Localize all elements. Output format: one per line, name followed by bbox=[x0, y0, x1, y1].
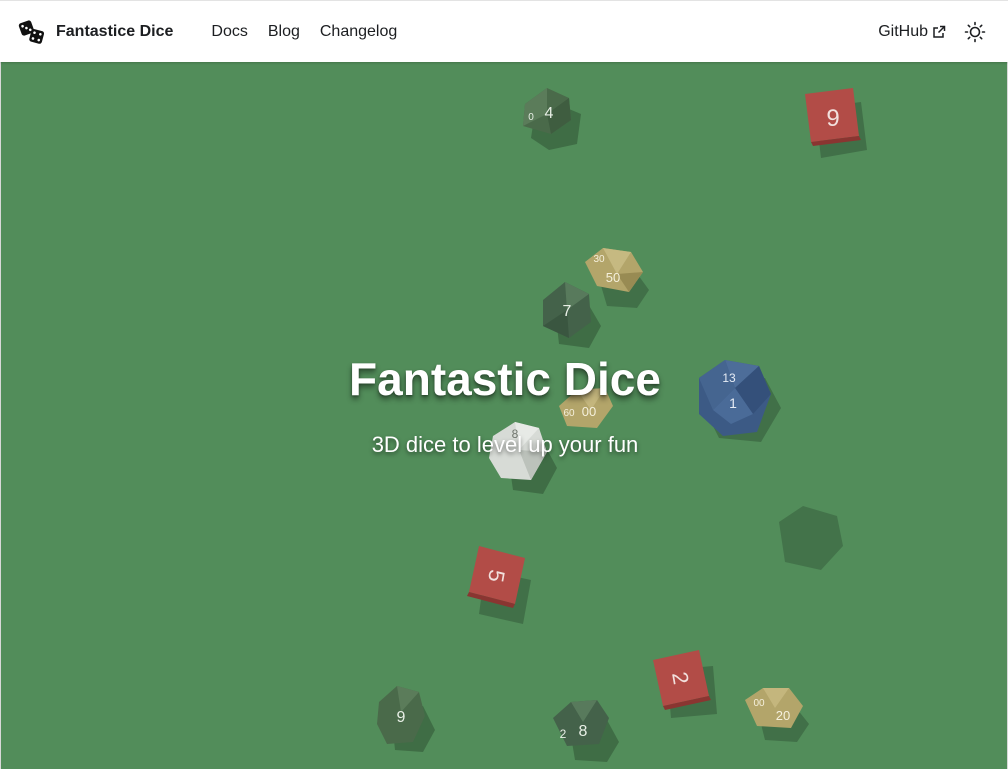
d6-die-red-bottom: 2 bbox=[651, 648, 725, 724]
die-face-number: 9 bbox=[397, 709, 406, 726]
die-face-number: 00 bbox=[582, 404, 596, 419]
die-face-number: 9 bbox=[826, 105, 839, 132]
d8-die-green: 7 bbox=[539, 280, 609, 352]
brand-link[interactable]: Fantastice Dice bbox=[18, 18, 173, 46]
dice-logo-icon bbox=[18, 19, 45, 44]
nav-link-changelog[interactable]: Changelog bbox=[310, 23, 407, 41]
hero-title: Fantastic Dice bbox=[349, 353, 661, 405]
d10-die-green-bottom-left: 9 bbox=[375, 684, 441, 754]
d6-die-red-mid: 5 bbox=[465, 544, 545, 626]
sun-icon bbox=[964, 21, 986, 42]
d10-die-green: 4 0 bbox=[517, 84, 587, 154]
die-face-number: 30 bbox=[593, 254, 605, 265]
nav-link-docs[interactable]: Docs bbox=[201, 23, 257, 41]
die-face-number: 4 bbox=[545, 105, 554, 122]
nav-right: GitHub bbox=[878, 17, 990, 47]
nav-links: Docs Blog Changelog bbox=[201, 23, 407, 41]
die-face-number: 7 bbox=[563, 303, 572, 320]
die-face-number: 60 bbox=[563, 408, 575, 419]
d10-die-gold-bottom: 20 00 bbox=[743, 686, 813, 744]
die-face-number: 2 bbox=[560, 727, 567, 741]
top-navbar: Fantastice Dice Docs Blog Changelog GitH… bbox=[0, 0, 1008, 62]
github-label: GitHub bbox=[878, 22, 928, 40]
hero-subtitle: 3D dice to level up your fun bbox=[371, 432, 639, 457]
die-face-number: 00 bbox=[753, 698, 765, 709]
dice-hero-canvas[interactable]: 4 0 9 5 0 30 7 13 1 00 60 8 5 2 9 8 2 20 … bbox=[0, 62, 1008, 769]
die-face-number: 0 bbox=[528, 112, 534, 123]
github-link[interactable]: GitHub bbox=[878, 23, 946, 41]
external-link-icon bbox=[933, 25, 946, 38]
die-face-number: 8 bbox=[579, 723, 588, 740]
die-face-number: 20 bbox=[776, 708, 790, 723]
theme-toggle-button[interactable] bbox=[960, 17, 990, 47]
brand-title: Fantastice Dice bbox=[56, 22, 174, 40]
d10-die-green-bottom-mid: 8 2 bbox=[551, 698, 623, 764]
nav-link-blog[interactable]: Blog bbox=[258, 23, 310, 41]
die-shadow-only bbox=[773, 504, 847, 574]
d6-die-red: 9 bbox=[803, 88, 873, 164]
